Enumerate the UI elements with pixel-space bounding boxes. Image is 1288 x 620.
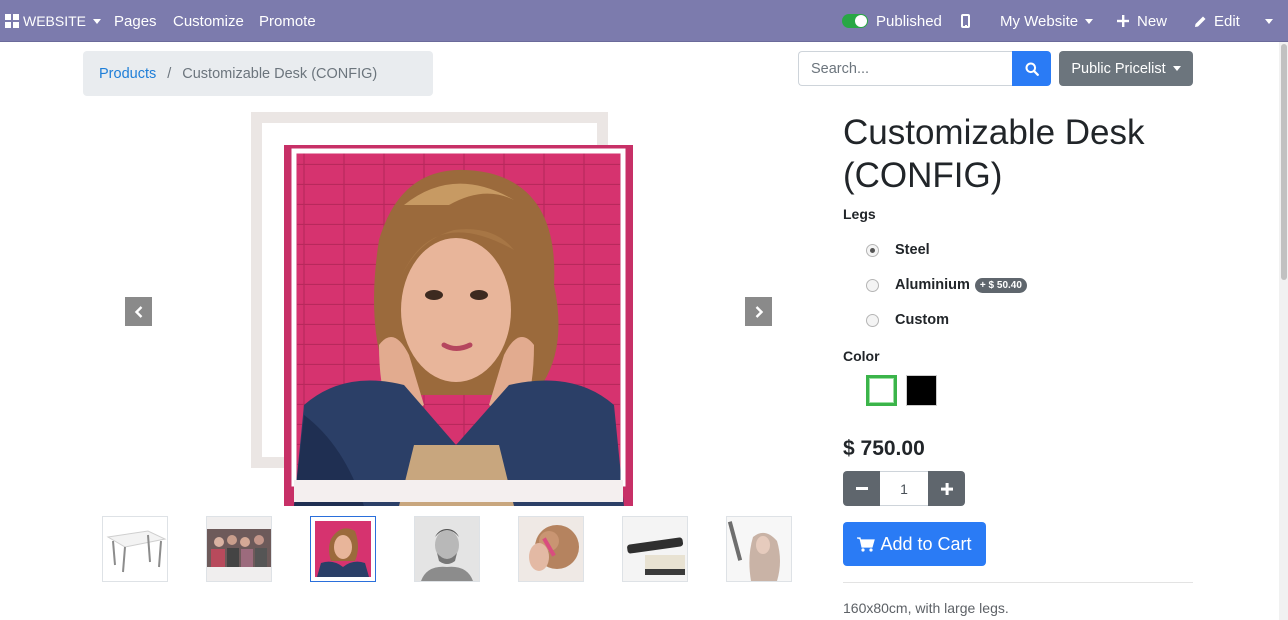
radio-checked-icon[interactable] [866,243,879,257]
more-dropdown-button[interactable] [1259,0,1273,42]
search-icon [1025,62,1039,76]
menu-promote-label: Promote [259,12,316,30]
radio-unchecked-icon[interactable] [866,313,879,327]
chevron-down-icon [1085,18,1094,24]
breadcrumb-products-link[interactable]: Products [99,66,156,82]
chevron-down-icon [1265,18,1273,24]
product-description: 160x80cm, with large legs. [843,600,1009,616]
plus-icon [940,482,953,495]
color-swatch-black[interactable] [906,375,937,406]
pricelist-label: Public Pricelist [1071,60,1166,77]
legs-option-label: Aluminium [895,277,970,293]
search-button[interactable] [1012,51,1051,86]
pricelist-dropdown[interactable]: Public Pricelist [1059,51,1193,86]
thumbnail-hair-styling[interactable] [518,516,584,582]
new-label: New [1137,12,1168,30]
carousel-prev-button[interactable] [125,297,152,326]
chevron-right-icon [755,305,763,318]
color-swatch-white[interactable] [866,375,897,406]
breadcrumb-current: Customizable Desk (CONFIG) [182,65,378,82]
menu-promote[interactable]: Promote [259,0,316,42]
chevron-down-icon [93,18,102,24]
legs-option-label: Steel [895,242,930,258]
top-navbar: WEBSITE Pages Customize Promote Publishe… [0,0,1288,42]
search-input[interactable] [798,51,1013,86]
published-label: Published [876,12,942,30]
app-menu-button[interactable]: WEBSITE [5,0,102,42]
chevron-down-icon [1172,66,1181,71]
plus-icon [1117,15,1129,27]
chevron-left-icon [134,305,142,318]
website-selector[interactable]: My Website [1000,0,1094,42]
website-selector-label: My Website [1000,12,1079,30]
published-toggle[interactable]: Published [842,0,942,42]
product-title: Customizable Desk (CONFIG) [843,113,1145,195]
new-button[interactable]: New [1117,0,1167,42]
shopping-cart-icon [857,536,876,552]
scrollbar-thumb[interactable] [1281,44,1287,280]
section-divider [843,582,1193,583]
pencil-icon [1195,16,1206,27]
app-menu-label: WEBSITE [23,13,87,29]
menu-pages-label: Pages [114,12,157,30]
breadcrumb-separator: / [167,65,172,82]
minus-icon [855,486,868,490]
extra-price-badge: + $ 50.40 [974,277,1027,293]
add-to-cart-label: Add to Cart [880,533,972,554]
quantity-decrease-button[interactable] [843,471,880,506]
menu-pages[interactable]: Pages [114,0,157,42]
thumbnail-curling-iron[interactable] [726,516,792,582]
legs-option-aluminium[interactable]: Aluminium + $ 50.40 [866,277,1027,293]
apps-grid-icon [5,14,19,28]
thumbnail-hair-straightener[interactable] [622,516,688,582]
edit-label: Edit [1214,12,1240,30]
legs-option-custom[interactable]: Custom [866,312,949,328]
radio-unchecked-icon[interactable] [866,278,879,292]
color-label: Color [843,348,880,364]
thumbnail-group-photo[interactable] [206,516,272,582]
menu-customize-label: Customize [173,12,244,30]
legs-option-steel[interactable]: Steel [866,242,930,258]
legs-label: Legs [843,206,876,222]
edit-button[interactable]: Edit [1194,0,1240,42]
add-to-cart-button[interactable]: Add to Cart [843,522,986,566]
mobile-preview-button[interactable] [961,0,970,42]
legs-option-label: Custom [895,312,949,328]
product-price: $ 750.00 [843,437,925,460]
carousel-next-button[interactable] [745,297,772,326]
thumbnail-man-portrait[interactable] [414,516,480,582]
thumbnail-desk[interactable] [102,516,168,582]
toggle-switch-icon [842,14,868,28]
mobile-icon [961,14,970,28]
quantity-input[interactable] [880,471,928,506]
menu-customize[interactable]: Customize [173,0,244,42]
quantity-increase-button[interactable] [928,471,965,506]
thumbnail-woman-pink-wall[interactable] [310,516,376,582]
product-main-image [284,145,633,506]
breadcrumb: Products / Customizable Desk (CONFIG) [83,51,433,96]
